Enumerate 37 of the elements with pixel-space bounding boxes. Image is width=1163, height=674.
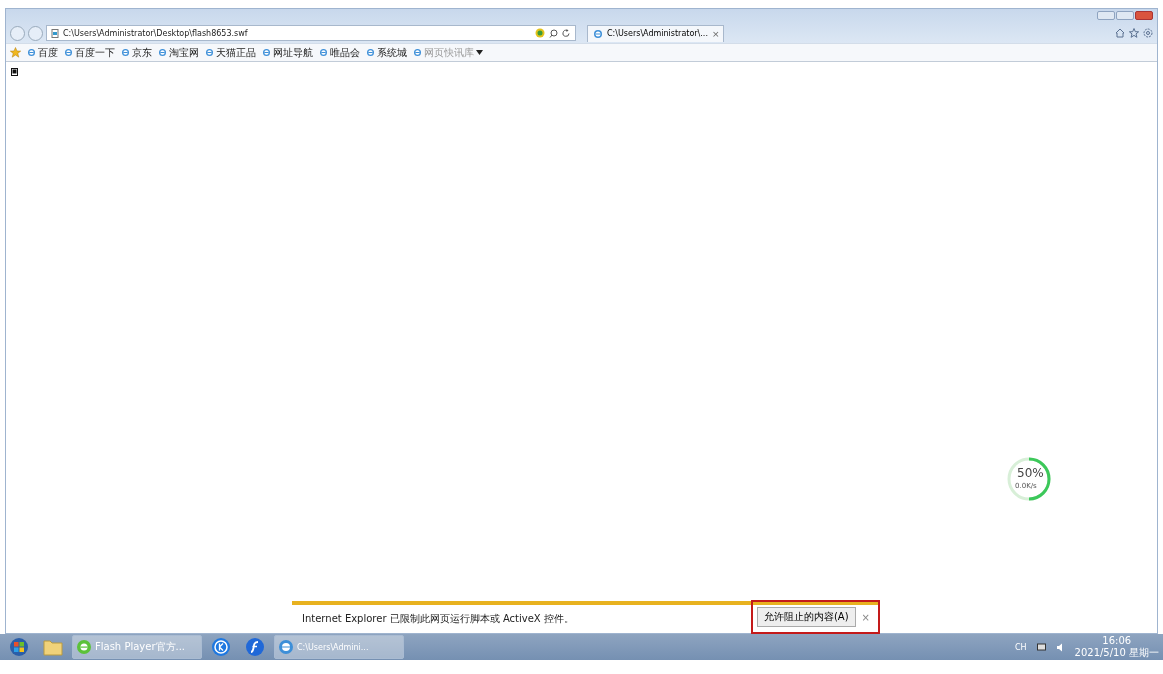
percent-label: 50% <box>1017 466 1044 480</box>
compat-icon <box>535 28 545 38</box>
folder-icon[interactable] <box>43 638 63 656</box>
minimize-button[interactable] <box>1097 11 1115 20</box>
close-button[interactable]: × <box>861 611 870 623</box>
home-icon[interactable] <box>1115 28 1125 38</box>
plugin-icon <box>11 68 18 76</box>
favorites-star-icon[interactable] <box>10 47 21 58</box>
browser-icon <box>76 639 92 655</box>
settings-icon[interactable] <box>1143 28 1153 38</box>
favorite-link[interactable]: 网址导航 <box>262 45 313 60</box>
star-icon[interactable] <box>1129 28 1139 38</box>
favorite-link[interactable]: 百度 <box>27 45 58 60</box>
favorite-link[interactable]: 天猫正品 <box>205 45 256 60</box>
volume-icon[interactable] <box>1055 642 1065 652</box>
address-field[interactable]: C:\Users\Administrator\Desktop\flash8653.swf <box>46 25 576 41</box>
favorite-link[interactable]: 唯品会 <box>319 45 360 60</box>
allow-content-button[interactable]: 允许阻止的内容(A) <box>756 607 856 627</box>
favorite-link[interactable]: 淘宝网 <box>158 45 199 60</box>
search-icon[interactable] <box>549 28 558 38</box>
browser-tab[interactable]: C:\Users\Administrator\... × <box>587 24 724 42</box>
back-button[interactable] <box>10 25 25 41</box>
favorite-link[interactable]: 系统城 <box>366 45 407 60</box>
notification-message: Internet Explorer 已限制此网页运行脚本或 ActiveX 控件。 <box>302 612 575 626</box>
k-app-icon[interactable] <box>211 637 231 657</box>
flash-icon[interactable] <box>245 637 265 657</box>
close-button[interactable] <box>1135 11 1153 20</box>
forward-button[interactable] <box>28 25 43 41</box>
caret-icon <box>476 50 483 55</box>
start-button[interactable] <box>9 637 29 657</box>
refresh-icon[interactable] <box>562 28 571 38</box>
page-icon <box>51 28 59 38</box>
favorite-link[interactable]: 百度一下 <box>64 45 115 60</box>
favorite-link[interactable]: 京东 <box>121 45 152 60</box>
tab-close-button[interactable]: × <box>711 28 720 39</box>
maximize-button[interactable] <box>1116 11 1134 20</box>
network-icon[interactable] <box>1036 642 1046 652</box>
